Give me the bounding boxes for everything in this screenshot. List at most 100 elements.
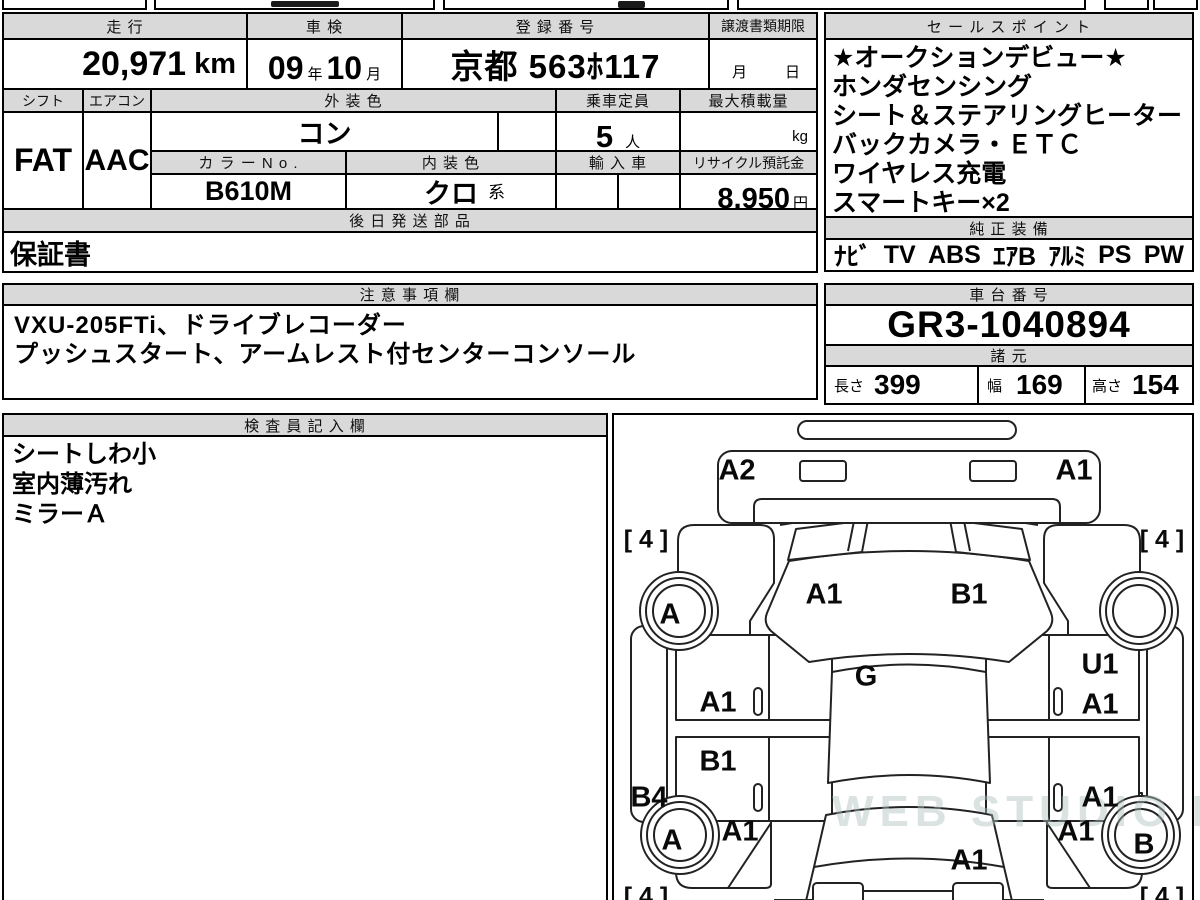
shift-cell: FAT (2, 111, 84, 210)
registration-cell: 京都 563ﾎ117 (401, 38, 710, 90)
inspection-month-unit: 月 (366, 66, 382, 83)
damage-code-left-sill: B4 (630, 781, 668, 814)
equipment-item: TV (883, 240, 916, 269)
max-load-header: 最大積載量 (679, 88, 818, 113)
inspector-notes-header: 検 査 員 記 入 欄 (2, 413, 608, 437)
exterior-color-sub-cell (497, 111, 557, 152)
spec-width-label: 幅 (987, 377, 1003, 395)
import-car-cell-right (617, 173, 681, 210)
notes-box: VXU-205FTi、ドライブレコーダー プッシュスタート、アームレスト付センタ… (2, 304, 818, 400)
auction-sheet: 走 行 車 検 登 録 番 号 譲渡書類期限 20,971 km 09 年 10… (0, 0, 1200, 900)
recycle-deposit-cell: 8,950 円 (679, 173, 818, 215)
spec-width-value: 169 (1016, 369, 1063, 400)
damage-code-front-bumper-left: A2 (718, 454, 756, 487)
spec-width-cell: 幅 169 (977, 365, 1086, 405)
damage-code-right-front-door: A1 (1081, 688, 1119, 721)
sales-point-line: バックカメラ・ＥＴＣ (832, 131, 1083, 159)
inspection-year: 09 (267, 50, 304, 86)
spec-length-value: 399 (874, 369, 921, 400)
shift-header: シフト (2, 88, 84, 113)
sales-points-header: セ ー ル ス ポ イ ン ト (824, 12, 1194, 40)
damage-code-hood-left: A1 (805, 578, 843, 611)
inspector-note-line: 室内薄汚れ (12, 471, 132, 498)
color-no-cell: B610M (150, 173, 347, 210)
spec-length-label: 長さ (834, 377, 865, 395)
inspector-notes-box: シートしわ小 室内薄汚れ ミラーＡ (2, 435, 608, 900)
tread-depth-front-left: [ 4 ] (623, 525, 669, 554)
notes-header: 注 意 事 項 欄 (2, 283, 818, 306)
damage-code-front-left-wheel: A (659, 598, 681, 631)
roof-shape (827, 663, 991, 784)
transfer-deadline-header: 譲渡書類期限 (708, 12, 818, 40)
damage-diagram-box: WEB STUDIO R A2 A1 [ 4 ] [ 4 ] A A1 B1 G… (612, 413, 1200, 900)
equipment-item: ｱﾙﾐ (1048, 243, 1086, 271)
specs-header: 諸 元 (824, 344, 1194, 367)
transfer-month-unit: 月 (732, 64, 748, 81)
interior-color-cell: クロ 系 (345, 173, 557, 210)
inspection-month: 10 (326, 50, 363, 86)
damage-code-windshield: G (854, 660, 878, 693)
damage-code-hood-right: B1 (950, 578, 988, 611)
equipment-item: PS (1098, 240, 1132, 269)
mileage-unit: km (194, 47, 236, 80)
tread-depth-front-right: [ 4 ] (1139, 525, 1185, 554)
equipment-item: ｴｱB (993, 243, 1037, 271)
equipment-item: PW (1143, 240, 1184, 269)
capacity-header: 乗車定員 (555, 88, 681, 113)
clipped-cell (2, 0, 147, 10)
chassis-number-cell: GR3-1040894 (824, 304, 1194, 346)
sales-point-line: ホンダセンシング (832, 73, 1033, 101)
spec-height-cell: 高さ 154 (1084, 365, 1194, 405)
damage-code-right-quarter: A1 (1057, 815, 1095, 848)
later-shipping-cell: 保証書 (2, 231, 818, 273)
damage-code-left-rear-door: B1 (699, 745, 737, 778)
later-shipping-header: 後 日 発 送 部 品 (2, 208, 818, 233)
genuine-equipment-cell: ﾅﾋﾞ TV ABS ｴｱB ｱﾙﾐ PS PW (824, 238, 1194, 272)
notes-line: プッシュスタート、アームレスト付センターコンソール (14, 341, 637, 368)
spec-height-label: 高さ (1092, 377, 1123, 395)
front-bumper-shape (717, 420, 1101, 524)
transfer-day-unit: 日 (784, 64, 800, 81)
capacity-unit: 人 (625, 134, 641, 151)
registration-header: 登 録 番 号 (401, 12, 710, 40)
sales-point-line: ★オークションデビュー★ (832, 44, 1127, 72)
clipped-cell (443, 0, 729, 10)
import-car-cell-left (555, 173, 619, 210)
damage-code-right-front-door-upper: U1 (1081, 648, 1119, 681)
mileage-value: 20,971 (82, 44, 187, 83)
mileage-cell: 20,971 km (2, 38, 248, 90)
color-no-header: カ ラ ー N o . (150, 150, 347, 175)
spec-height-value: 154 (1132, 369, 1179, 400)
sales-points-box: ★オークションデビュー★ ホンダセンシング シート＆ステアリングヒーター バック… (824, 38, 1194, 218)
inspection-cell: 09 年 10 月 (246, 38, 403, 90)
mileage-header: 走 行 (2, 12, 248, 40)
damage-code-left-front-door: A1 (699, 686, 737, 719)
rear-bumper-shape (774, 882, 1044, 900)
inspector-note-line: シートしわ小 (12, 441, 156, 468)
damage-code-rear-right-wheel: B (1133, 828, 1155, 861)
clipped-text-fragment (271, 1, 339, 7)
clipped-text-fragment (618, 1, 645, 8)
damage-code-left-quarter: A1 (721, 815, 759, 848)
import-car-header: 輸 入 車 (555, 150, 681, 175)
sales-point-line: スマートキー×2 (832, 189, 1010, 217)
inspection-header: 車 検 (246, 12, 403, 40)
inspection-year-unit: 年 (307, 66, 323, 83)
equipment-item: ﾅﾋﾞ (834, 243, 872, 271)
damage-code-rear-left-wheel: A (661, 824, 683, 857)
interior-color-value: クロ (424, 179, 478, 209)
damage-code-front-bumper-right: A1 (1055, 454, 1093, 487)
notes-line: VXU-205FTi、ドライブレコーダー (14, 312, 407, 339)
inspector-note-line: ミラーＡ (12, 501, 108, 528)
aircon-header: エアコン (82, 88, 152, 113)
exterior-color-header: 外 装 色 (150, 88, 557, 113)
clipped-cell (1104, 0, 1149, 10)
clipped-cell (737, 0, 1086, 10)
tread-depth-rear-left: [ 4 ] (623, 882, 669, 900)
capacity-cell: 5 人 (555, 111, 681, 154)
sales-point-line: シート＆ステアリングヒーター (832, 102, 1183, 130)
transfer-deadline-cell: 月 日 (708, 38, 818, 90)
exterior-color-cell: コン (150, 111, 499, 152)
spec-length-cell: 長さ 399 (824, 365, 979, 405)
interior-color-suffix: 系 (488, 183, 505, 202)
